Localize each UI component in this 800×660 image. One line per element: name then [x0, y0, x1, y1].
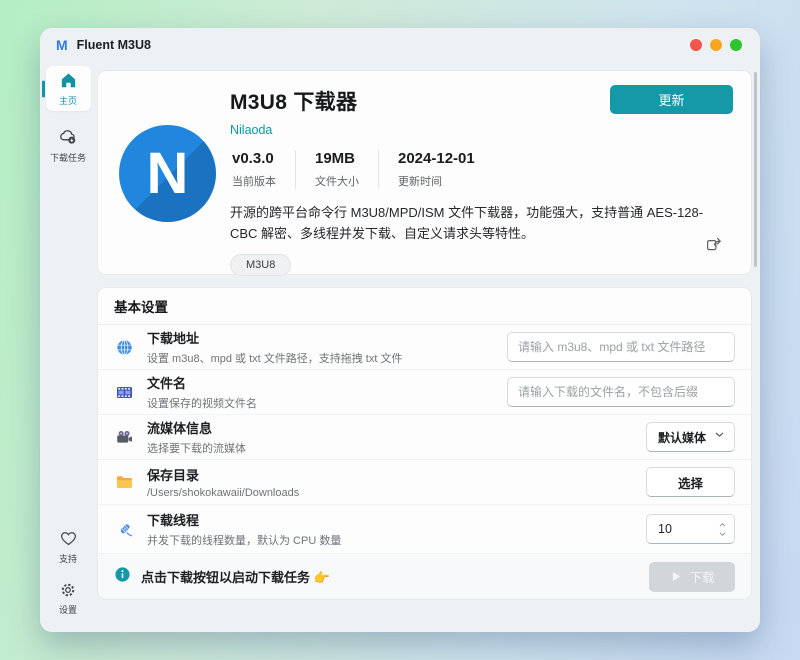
film-strip-icon: [114, 383, 134, 402]
stat-version: v0.3.0 当前版本: [230, 150, 295, 189]
stat-updated: 2024-12-01 更新时间: [378, 150, 494, 189]
media-select-value: 默认媒体: [658, 429, 706, 446]
setting-title: 下载地址: [147, 328, 507, 347]
titlebar: M Fluent M3U8: [40, 28, 760, 62]
setting-row-stream-info: 流媒体信息 选择要下载的流媒体 默认媒体: [98, 415, 751, 460]
choose-directory-button[interactable]: 选择: [646, 467, 735, 497]
sidebar-footer: 支持 设置: [46, 524, 91, 620]
author-link[interactable]: Nilaoda: [230, 123, 733, 137]
app-stats: v0.3.0 当前版本 19MB 文件大小 2024-12-01 更新时间: [230, 150, 733, 189]
traffic-lights: [690, 39, 742, 51]
play-icon: [669, 570, 682, 583]
sidebar-item-label: 支持: [59, 555, 77, 564]
setting-text: 下载线程 并发下载的线程数量，默认为 CPU 数量: [147, 510, 646, 548]
home-icon: [59, 71, 78, 95]
zoom-button[interactable]: [730, 39, 742, 51]
app-window: M Fluent M3U8 主页 下载任务: [40, 28, 760, 632]
setting-subtitle: 设置保存的视频文件名: [147, 395, 507, 411]
download-action-bar: 点击下载按钮以启动下载任务 👉 下载: [98, 554, 751, 599]
stat-size: 19MB 文件大小: [295, 150, 378, 189]
main-content: N 更新 M3U8 下载器 Nilaoda v0.3.0 当前版本 19MB 文…: [96, 62, 760, 632]
setting-subtitle: 选择要下载的流媒体: [147, 440, 646, 456]
window-title: Fluent M3U8: [77, 38, 151, 52]
app-logo-icon: M: [56, 37, 68, 53]
setting-subtitle: 设置 m3u8、mpd 或 txt 文件路径，支持拖拽 txt 文件: [147, 350, 507, 366]
settings-header: 基本设置: [98, 288, 751, 325]
setting-title: 保存目录: [147, 465, 646, 484]
setting-row-download-url: 下载地址 设置 m3u8、mpd 或 txt 文件路径，支持拖拽 txt 文件: [98, 325, 751, 370]
download-button-label: 下载: [689, 567, 714, 586]
info-icon: [114, 566, 131, 588]
active-indicator: [42, 80, 45, 97]
app-icon: N: [119, 125, 216, 222]
tag-row: M3U8: [230, 254, 733, 276]
thread-count-stepper[interactable]: [717, 521, 728, 538]
app-info-card: N 更新 M3U8 下载器 Nilaoda v0.3.0 当前版本 19MB 文…: [97, 70, 752, 275]
setting-title: 文件名: [147, 373, 507, 392]
thread-icon: [114, 520, 134, 539]
filename-input[interactable]: [507, 377, 735, 407]
globe-icon: [114, 338, 134, 357]
thread-count-field: [646, 514, 735, 544]
sidebar-item-settings[interactable]: 设置: [46, 575, 91, 620]
setting-row-save-dir: 保存目录 /Users/shokokawaii/Downloads 选择: [98, 460, 751, 505]
stat-label: 当前版本: [232, 173, 276, 189]
close-button[interactable]: [690, 39, 702, 51]
update-button[interactable]: 更新: [610, 85, 733, 114]
download-hint-text: 点击下载按钮以启动下载任务 👉: [141, 567, 330, 586]
setting-row-filename: 文件名 设置保存的视频文件名: [98, 370, 751, 415]
gear-icon: [59, 581, 77, 604]
sidebar-item-home[interactable]: 主页: [46, 66, 91, 111]
setting-title: 下载线程: [147, 510, 646, 529]
app-icon-letter: N: [147, 145, 189, 203]
stat-label: 更新时间: [398, 173, 475, 189]
minimize-button[interactable]: [710, 39, 722, 51]
download-button[interactable]: 下载: [649, 562, 735, 592]
stat-value: v0.3.0: [232, 150, 276, 167]
download-url-input[interactable]: [507, 332, 735, 362]
sidebar-item-label: 下载任务: [50, 154, 86, 163]
folder-icon: [114, 473, 134, 492]
cloud-download-icon: [58, 126, 79, 152]
media-select[interactable]: 默认媒体: [646, 422, 735, 452]
setting-text: 保存目录 /Users/shokokawaii/Downloads: [147, 465, 646, 499]
setting-text: 流媒体信息 选择要下载的流媒体: [147, 418, 646, 456]
stat-value: 2024-12-01: [398, 150, 475, 167]
stepper-down-icon: [717, 530, 728, 538]
setting-subtitle: /Users/shokokawaii/Downloads: [147, 487, 646, 499]
thread-count-input[interactable]: [658, 522, 717, 536]
setting-subtitle: 并发下载的线程数量，默认为 CPU 数量: [147, 532, 646, 548]
setting-text: 文件名 设置保存的视频文件名: [147, 373, 507, 411]
sidebar: 主页 下载任务 支持 设置: [40, 62, 96, 632]
movie-camera-icon: [114, 428, 134, 447]
setting-text: 下载地址 设置 m3u8、mpd 或 txt 文件路径，支持拖拽 txt 文件: [147, 328, 507, 366]
setting-title: 流媒体信息: [147, 418, 646, 437]
heart-icon: [59, 529, 78, 553]
tag-m3u8: M3U8: [230, 254, 291, 276]
stat-value: 19MB: [315, 150, 359, 167]
sidebar-item-support[interactable]: 支持: [46, 524, 91, 569]
share-icon[interactable]: [705, 235, 723, 258]
app-description: 开源的跨平台命令行 M3U8/MPD/ISM 文件下载器，功能强大，支持普通 A…: [230, 202, 733, 244]
scrollbar-thumb[interactable]: [754, 72, 757, 267]
stepper-up-icon: [717, 521, 728, 529]
sidebar-item-download-tasks[interactable]: 下载任务: [46, 122, 91, 167]
setting-row-threads: 下载线程 并发下载的线程数量，默认为 CPU 数量: [98, 505, 751, 554]
chevron-down-icon: [713, 428, 726, 446]
basic-settings-card: 基本设置 下载地址 设置 m3u8、mpd 或 txt 文件路径，支持拖拽 tx…: [97, 287, 752, 600]
sidebar-item-label: 主页: [59, 97, 77, 106]
stat-label: 文件大小: [315, 173, 359, 189]
sidebar-item-label: 设置: [59, 606, 77, 615]
